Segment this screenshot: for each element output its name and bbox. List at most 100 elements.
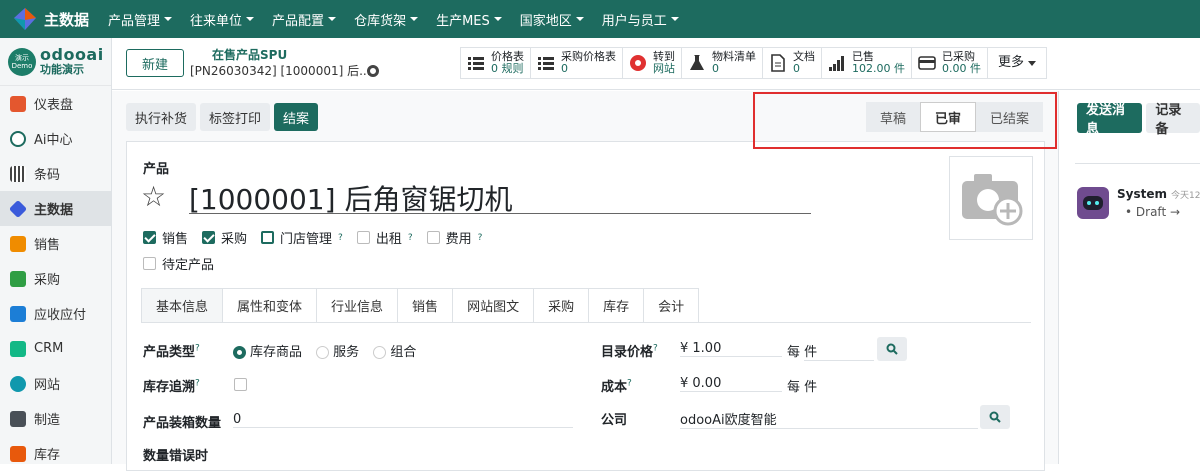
- sidebar-item-accounting[interactable]: 应收应付: [0, 296, 111, 331]
- tab-industry[interactable]: 行业信息: [316, 288, 399, 322]
- checkbox[interactable]: [143, 231, 156, 244]
- product-image[interactable]: [949, 156, 1033, 240]
- accounting-icon: [10, 305, 26, 322]
- sidebar-item-label: 采购: [34, 273, 61, 288]
- brand-badge: 演示 Demo: [8, 47, 36, 76]
- tab-sales[interactable]: 销售: [397, 288, 454, 322]
- tracking-checkbox[interactable]: [234, 378, 247, 395]
- stat-bom[interactable]: 物料清单 0: [682, 48, 763, 78]
- replenish-button[interactable]: 执行补货: [126, 103, 197, 131]
- gear-icon[interactable]: [367, 65, 379, 77]
- sidebar-item-ai[interactable]: Ai中心: [0, 121, 111, 156]
- more-button[interactable]: 更多: [988, 48, 1046, 78]
- tab-inventory[interactable]: 库存: [588, 288, 645, 322]
- tab-basic-info[interactable]: 基本信息: [141, 288, 224, 322]
- help-icon[interactable]: ?: [627, 379, 632, 389]
- check-rent[interactable]: 出租?: [356, 228, 413, 247]
- sidebar-item-master-data[interactable]: 主数据: [0, 191, 111, 226]
- company-input[interactable]: odooAi欧度智能: [680, 409, 978, 429]
- tab-purchase[interactable]: 采购: [533, 288, 590, 322]
- sidebar-item-sales[interactable]: 销售: [0, 226, 111, 261]
- field-label: 目录价格: [601, 345, 654, 360]
- list-icon: [537, 54, 555, 72]
- send-message-button[interactable]: 发送消息: [1077, 103, 1143, 137]
- new-button[interactable]: 新建: [126, 49, 184, 77]
- sidebar-item-label: 应收应付: [34, 308, 87, 323]
- radio-storable[interactable]: [233, 346, 246, 359]
- help-icon[interactable]: ?: [338, 233, 343, 243]
- tab-accounting[interactable]: 会计: [643, 288, 700, 322]
- stat-purchase-pricelist[interactable]: 采购价格表 0: [531, 48, 623, 78]
- checkbox[interactable]: [356, 231, 370, 244]
- check-label: 费用: [445, 232, 472, 247]
- radio-combo[interactable]: [373, 346, 387, 359]
- menu-partners[interactable]: 往来单位: [181, 0, 263, 38]
- help-icon[interactable]: ?: [653, 344, 658, 354]
- menu-countries[interactable]: 国家地区: [511, 0, 593, 38]
- sidebar-item-purchase[interactable]: 采购: [0, 261, 111, 296]
- stat-purchased[interactable]: 已采购 0.00 件: [912, 48, 988, 78]
- cost-uom: 每 件: [787, 376, 817, 395]
- sidebar-item-website[interactable]: 网站: [0, 366, 111, 401]
- avatar[interactable]: [1077, 187, 1109, 219]
- stat-documents[interactable]: 文档 0: [763, 48, 822, 78]
- company-search-button[interactable]: [980, 405, 1010, 429]
- list-price-input[interactable]: ¥ 1.00: [680, 341, 782, 357]
- stat-value: 102.00 件: [852, 62, 905, 75]
- checkbox[interactable]: [234, 378, 247, 391]
- search-button[interactable]: [877, 337, 907, 361]
- close-case-button[interactable]: 结案: [274, 103, 319, 131]
- tab-attributes[interactable]: 属性和变体: [222, 288, 318, 322]
- check-pending[interactable]: 待定产品: [143, 254, 214, 273]
- help-icon[interactable]: ?: [195, 344, 200, 354]
- log-note-button[interactable]: 记录备: [1146, 103, 1200, 137]
- menu-mes[interactable]: 生产MES: [427, 0, 511, 38]
- check-store[interactable]: 门店管理?: [261, 228, 343, 247]
- check-expense[interactable]: 费用?: [426, 228, 483, 247]
- print-label-button[interactable]: 标签打印: [200, 103, 271, 131]
- sidebar-item-dashboard[interactable]: 仪表盘: [0, 86, 111, 121]
- caret-down-icon: [246, 17, 255, 21]
- help-icon[interactable]: ?: [408, 233, 413, 243]
- check-sale[interactable]: 销售: [143, 228, 188, 247]
- checkbox[interactable]: [143, 257, 156, 270]
- brand[interactable]: 演示 Demo odooai 功能演示: [0, 38, 111, 86]
- cost-input[interactable]: ¥ 0.00: [680, 376, 782, 392]
- caret-down-icon: [670, 17, 679, 21]
- checkbox[interactable]: [426, 231, 440, 244]
- sidebar-item-manufacturing[interactable]: 制造: [0, 401, 111, 436]
- breadcrumb-parent[interactable]: 在售产品SPU: [190, 47, 371, 63]
- sidebar-item-crm[interactable]: CRM: [0, 331, 111, 366]
- menu-label: 仓库货架: [354, 13, 407, 29]
- product-name-field[interactable]: [1000001] 后角窗锯切机: [189, 178, 811, 216]
- star-icon[interactable]: ☆: [141, 180, 166, 213]
- checkbox[interactable]: [261, 231, 275, 244]
- radio-label: 组合: [390, 345, 417, 360]
- app-logo-icon[interactable]: [12, 6, 38, 32]
- menu-product-config[interactable]: 产品配置: [263, 0, 345, 38]
- help-icon[interactable]: ?: [478, 233, 483, 243]
- menu-users[interactable]: 用户与员工: [593, 0, 688, 38]
- menu-product-management[interactable]: 产品管理: [99, 0, 181, 38]
- checkbox[interactable]: [202, 231, 216, 244]
- help-icon[interactable]: ?: [195, 379, 200, 389]
- stat-go-website[interactable]: 转到 网站: [623, 48, 682, 78]
- stat-pricelist[interactable]: 价格表 0 规则: [461, 48, 531, 78]
- ai-icon: [10, 130, 26, 147]
- sidebar-item-barcode[interactable]: 条码: [0, 156, 111, 191]
- stat-text: 转到 网站: [653, 51, 675, 75]
- tab-website[interactable]: 网站图文: [452, 288, 535, 322]
- per-label: 每: [787, 380, 801, 395]
- uom-input[interactable]: 件: [804, 341, 875, 361]
- breadcrumb: 在售产品SPU [PN26030342] [1000001] 后...: [190, 47, 371, 79]
- check-purchase[interactable]: 采购: [202, 228, 247, 247]
- sidebar-item-inventory[interactable]: 库存: [0, 436, 111, 471]
- radio-service[interactable]: [316, 346, 330, 359]
- field-label: 成本: [601, 380, 628, 395]
- stat-sold[interactable]: 已售 102.00 件: [822, 48, 912, 78]
- radio-label: 服务: [333, 345, 360, 360]
- menu-label: 用户与员工: [601, 13, 667, 29]
- pack-qty-input[interactable]: 0: [233, 412, 573, 428]
- menu-warehouse[interactable]: 仓库货架: [345, 0, 427, 38]
- app-name[interactable]: 主数据: [44, 9, 89, 30]
